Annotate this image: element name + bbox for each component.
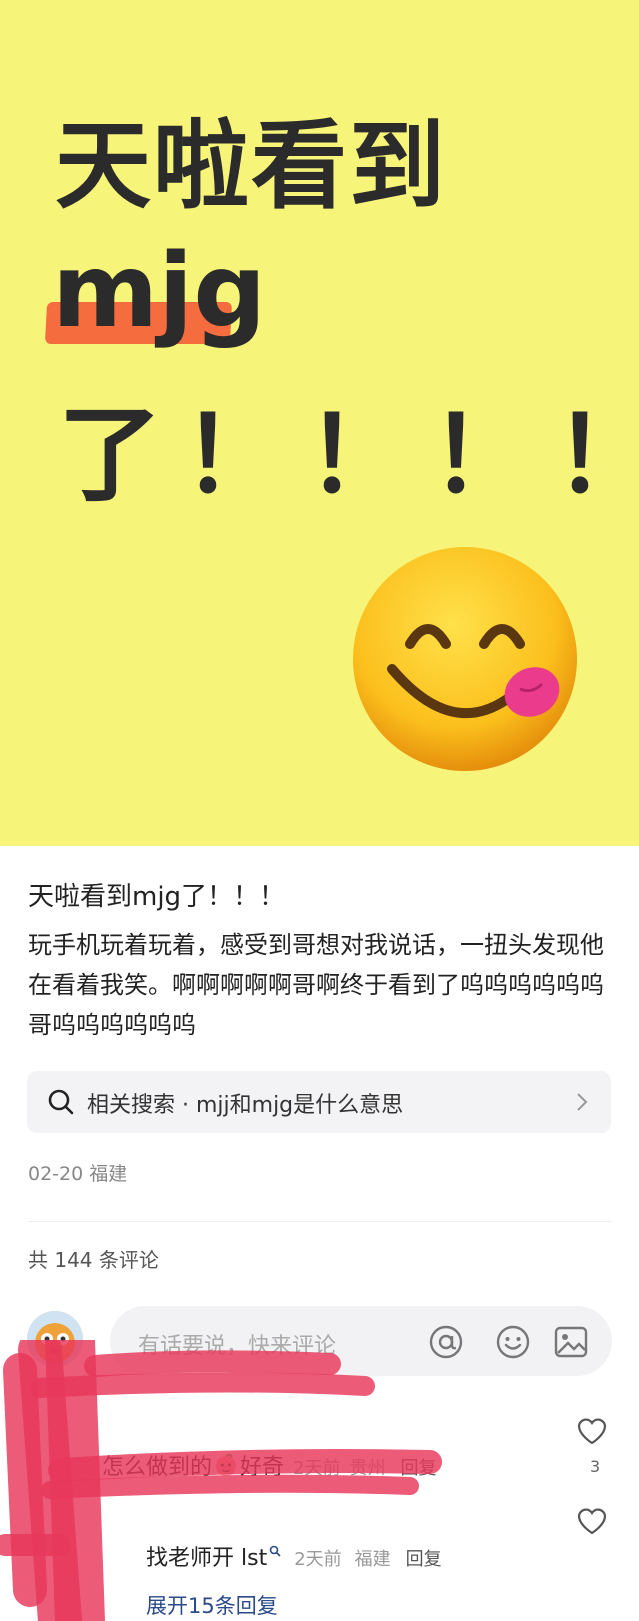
yum-emoji-icon [353, 547, 577, 771]
divider [28, 1221, 611, 1222]
cover-text-line1: 天啦看到 [55, 110, 447, 222]
cover-text-line3: 了！！！！ [58, 394, 639, 516]
related-search-bar[interactable]: 相关搜索 · mjj和mjg是什么意思 [27, 1071, 611, 1133]
post-title: 天啦看到mjg了！！！ [28, 882, 286, 912]
cover-highlight-group: mjg [44, 232, 266, 352]
search-icon [48, 1089, 74, 1115]
comment-count: 共 144 条评论 [28, 1248, 159, 1272]
image-icon[interactable] [553, 1324, 589, 1360]
emoji-icon[interactable] [495, 1324, 531, 1360]
heart-icon[interactable] [576, 1416, 608, 1446]
chevron-right-icon [577, 1093, 588, 1111]
redaction-scribble [0, 1340, 442, 1621]
cover-text-line2: mjg [52, 232, 267, 351]
related-search-label: 相关搜索 · mjj和mjg是什么意思 [87, 1093, 404, 1118]
post-date-location: 02-20 福建 [28, 1163, 128, 1185]
heart-icon[interactable] [576, 1506, 608, 1536]
post-cover-image[interactable]: 天啦看到 mjg 了！！！！ [0, 0, 639, 846]
like-count: 3 [590, 1457, 601, 1476]
post-body: 玩手机玩着玩着，感受到哥想对我说话，一扭头发现他在看着我笑。啊啊啊啊啊哥啊终于看… [28, 931, 604, 1039]
